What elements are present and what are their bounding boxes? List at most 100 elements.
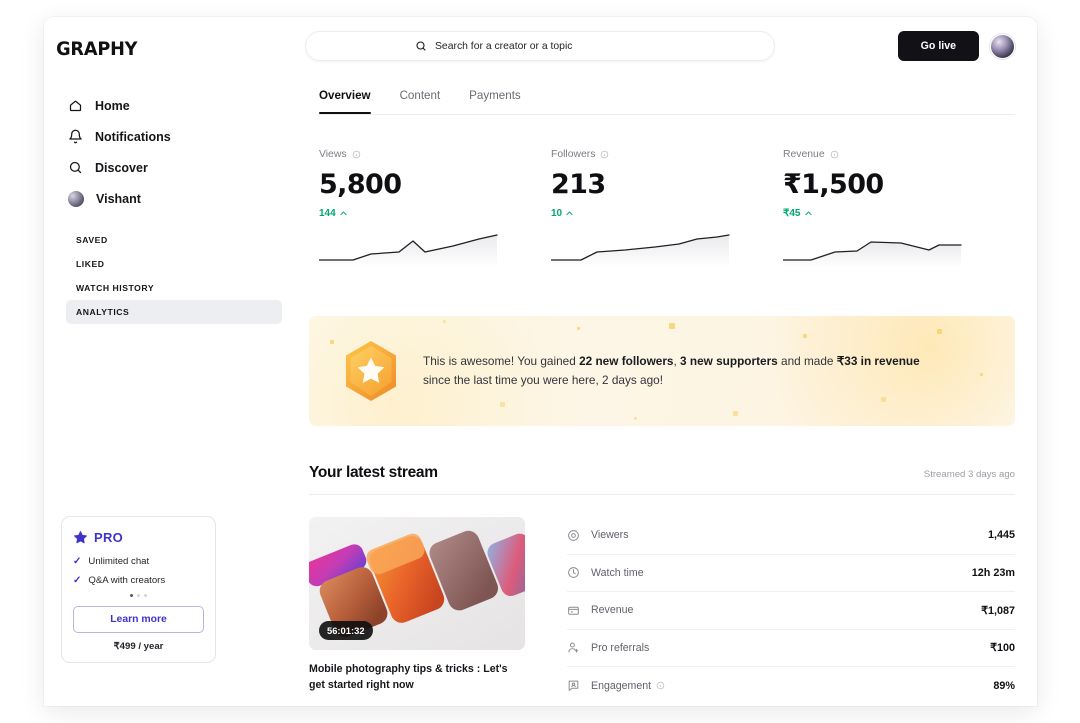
stat-delta: 10: [551, 208, 783, 219]
pro-upsell-card: PRO ✓ Unlimited chat ✓ Q&A with creators…: [61, 516, 216, 663]
main-content: Go live Overview Content Payments Views …: [292, 17, 1037, 706]
tab-divider: [319, 114, 1015, 115]
pro-feature: ✓ Unlimited chat: [73, 556, 204, 567]
search-icon: [415, 40, 427, 52]
sidebar-item-label: Notifications: [95, 130, 171, 144]
top-bar: Go live: [305, 17, 1015, 61]
row-value: 1,445: [988, 529, 1015, 541]
banner-text-supporters: 3 new supporters: [680, 354, 778, 368]
sidebar-item-analytics[interactable]: ANALYTICS: [66, 300, 282, 324]
stat-label: Views: [319, 149, 551, 160]
search-input[interactable]: [435, 41, 665, 52]
check-icon: ✓: [73, 575, 81, 586]
pro-feature-label: Q&A with creators: [88, 575, 165, 586]
sidebar-item-label: Discover: [95, 161, 148, 175]
pro-card-price: ₹499 / year: [73, 641, 204, 652]
table-row: Watch time 12h 23m: [567, 555, 1015, 593]
banner-message: This is awesome! You gained 22 new follo…: [423, 352, 920, 390]
latest-stream-body: 56:01:32 Mobile photography tips & trick…: [309, 517, 1015, 705]
pro-card-header: PRO: [73, 530, 204, 545]
page-title: Your latest stream: [309, 464, 438, 482]
stream-title[interactable]: Mobile photography tips & tricks : Let's…: [309, 661, 522, 694]
stream-thumbnail-block[interactable]: 56:01:32 Mobile photography tips & trick…: [309, 517, 525, 705]
info-icon[interactable]: [830, 150, 839, 159]
stat-delta-text: 10: [551, 208, 562, 219]
row-left: Revenue: [567, 604, 633, 617]
sidebar-item-label: Home: [95, 99, 130, 113]
info-icon[interactable]: [656, 681, 665, 690]
stat-card-revenue: Revenue ₹1,500 ₹45: [783, 149, 1015, 268]
celebration-banner: This is awesome! You gained 22 new follo…: [309, 316, 1015, 426]
stat-card-followers: Followers 213 10: [551, 149, 783, 268]
carousel-dot[interactable]: [137, 594, 140, 597]
stats-row: Views 5,800 144 Followers: [319, 149, 1015, 268]
wallet-icon: [567, 604, 580, 617]
eye-icon: [567, 529, 580, 542]
clock-icon: [567, 566, 580, 579]
sidebar-item-watch-history[interactable]: WATCH HISTORY: [66, 276, 282, 300]
carousel-dot[interactable]: [130, 594, 133, 597]
sidebar-item-liked[interactable]: LIKED: [66, 252, 282, 276]
row-label: Pro referrals: [591, 642, 649, 654]
stat-label-text: Views: [319, 149, 347, 160]
tab-content[interactable]: Content: [400, 89, 441, 114]
row-value: ₹1,087: [981, 604, 1015, 617]
carousel-dot[interactable]: [144, 594, 147, 597]
stream-metrics-list: Viewers 1,445 Watch time 12h 23m: [567, 517, 1015, 705]
sidebar-item-notifications[interactable]: Notifications: [54, 121, 282, 152]
star-icon: [73, 530, 88, 545]
tab-overview[interactable]: Overview: [319, 89, 371, 114]
table-row: Revenue ₹1,087: [567, 592, 1015, 630]
bell-icon: [68, 129, 83, 144]
row-value: 12h 23m: [972, 567, 1015, 579]
sparkline-views: [319, 230, 507, 268]
sidebar-item-label: Vishant: [96, 192, 141, 206]
secondary-nav: SAVED LIKED WATCH HISTORY ANALYTICS: [44, 228, 292, 324]
row-label: Viewers: [591, 529, 629, 541]
user-plus-icon: [567, 641, 580, 654]
section-divider: [309, 494, 1015, 495]
home-icon: [68, 98, 83, 113]
row-left: Watch time: [567, 566, 644, 579]
avatar[interactable]: [990, 34, 1015, 59]
info-icon[interactable]: [600, 150, 609, 159]
info-icon[interactable]: [352, 150, 361, 159]
hexagon-star-badge-icon: [343, 340, 399, 402]
stat-value: 213: [551, 169, 783, 200]
brand-logo[interactable]: GRAPHY: [44, 17, 275, 60]
row-left: Viewers: [567, 529, 629, 542]
sidebar-item-discover[interactable]: Discover: [54, 152, 282, 183]
top-bar-actions: Go live: [898, 31, 1015, 61]
go-live-button[interactable]: Go live: [898, 31, 979, 61]
table-row: Pro referrals ₹100: [567, 630, 1015, 668]
stat-label-text: Followers: [551, 149, 595, 160]
app-window: GRAPHY Home Notifications Discover: [44, 17, 1037, 706]
sidebar-item-profile[interactable]: Vishant: [54, 183, 282, 215]
arrow-up-icon: [339, 209, 348, 218]
row-label: Engagement: [591, 680, 665, 692]
row-label-text: Engagement: [591, 680, 651, 692]
row-value: ₹100: [990, 641, 1015, 654]
pro-feature: ✓ Q&A with creators: [73, 575, 204, 586]
learn-more-button[interactable]: Learn more: [73, 606, 204, 633]
row-label: Revenue: [591, 604, 633, 616]
pro-card-title: PRO: [94, 530, 123, 545]
search-bar[interactable]: [305, 31, 775, 61]
stat-card-views: Views 5,800 144: [319, 149, 551, 268]
banner-text-a: This is awesome! You gained: [423, 354, 579, 368]
video-thumbnail[interactable]: 56:01:32: [309, 517, 525, 650]
stat-value: 5,800: [319, 169, 551, 200]
row-left: Engagement: [567, 679, 665, 692]
stat-label: Followers: [551, 149, 783, 160]
sidebar-item-home[interactable]: Home: [54, 90, 282, 121]
row-label: Watch time: [591, 567, 644, 579]
sidebar-item-saved[interactable]: SAVED: [66, 228, 282, 252]
banner-text-followers: 22 new followers: [579, 354, 673, 368]
stat-label: Revenue: [783, 149, 1015, 160]
primary-nav: Home Notifications Discover Vishant SAVE…: [44, 90, 292, 324]
tab-bar: Overview Content Payments: [319, 89, 1015, 114]
carousel-dots[interactable]: [73, 594, 204, 597]
stat-delta: ₹45: [783, 208, 1015, 219]
tab-payments[interactable]: Payments: [469, 89, 521, 114]
row-value: 89%: [993, 680, 1015, 692]
